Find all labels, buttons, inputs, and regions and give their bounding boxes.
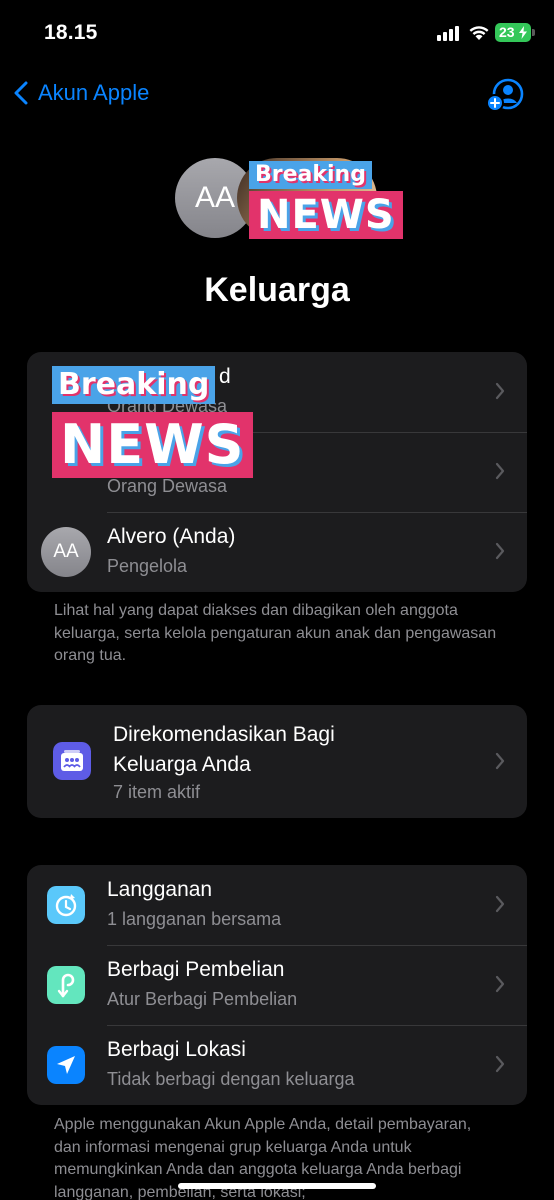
recommended-subtitle: 7 item aktif bbox=[113, 782, 201, 802]
recommended-title: Direkomendasikan Bagi Keluarga Anda bbox=[113, 720, 335, 780]
shared-features-list: Langganan 1 langganan bersama Berbagi Pe… bbox=[27, 865, 527, 1105]
chevron-right-icon bbox=[495, 752, 505, 770]
feature-title: Langganan bbox=[107, 878, 213, 901]
recommended-title-line1: Direkomendasikan Bagi bbox=[113, 723, 335, 746]
sticker-breaking-text: Breaking bbox=[52, 366, 216, 404]
navigation-bar: Akun Apple bbox=[0, 72, 554, 118]
feature-subtitle: Atur Berbagi Pembelian bbox=[107, 989, 298, 1009]
feature-row-location-sharing[interactable]: Berbagi Lokasi Tidak berbagi dengan kelu… bbox=[27, 1025, 527, 1105]
member-role: Orang Dewasa bbox=[107, 476, 228, 496]
chevron-right-icon bbox=[495, 462, 505, 480]
home-indicator[interactable] bbox=[178, 1183, 376, 1189]
breaking-news-sticker: Breaking NEWS bbox=[249, 161, 403, 239]
recommended-title-line2: Keluarga Anda bbox=[113, 753, 251, 776]
battery-indicator: 23 bbox=[495, 23, 531, 42]
page-title: Keluarga bbox=[204, 271, 350, 309]
back-label: Akun Apple bbox=[38, 80, 150, 105]
sticker-news-text: NEWS bbox=[52, 412, 253, 478]
feature-subtitle: Tidak berbagi dengan keluarga bbox=[107, 1069, 355, 1089]
chevron-right-icon bbox=[495, 1055, 505, 1073]
family-checklist-icon bbox=[53, 742, 91, 780]
chevron-right-icon bbox=[495, 975, 505, 993]
chevron-right-icon bbox=[495, 382, 505, 400]
location-arrow-icon bbox=[47, 1046, 85, 1084]
recommended-row[interactable]: Direkomendasikan Bagi Keluarga Anda 7 it… bbox=[27, 705, 527, 818]
chevron-left-icon bbox=[14, 81, 28, 105]
cellular-signal-icon bbox=[437, 25, 461, 41]
add-family-member-icon[interactable] bbox=[486, 78, 524, 114]
sticker-news-text: NEWS bbox=[249, 191, 403, 239]
recommended-group: Direkomendasikan Bagi Keluarga Anda 7 it… bbox=[27, 705, 527, 818]
member-role: Pengelola bbox=[107, 556, 188, 576]
wifi-icon bbox=[469, 26, 489, 40]
back-button[interactable]: Akun Apple bbox=[14, 80, 149, 106]
members-footnote: Lihat hal yang dapat diakses dan dibagik… bbox=[54, 602, 497, 664]
breaking-news-sticker: Breaking NEWS bbox=[52, 366, 253, 478]
feature-row-purchase-sharing[interactable]: Berbagi Pembelian Atur Berbagi Pembelian bbox=[27, 945, 527, 1025]
feature-subtitle: 1 langganan bersama bbox=[107, 909, 282, 929]
purchase-sharing-icon bbox=[47, 966, 85, 1004]
feature-title: Berbagi Pembelian bbox=[107, 958, 285, 981]
battery-level: 23 bbox=[499, 24, 515, 40]
status-bar: 18.15 23 bbox=[0, 0, 554, 66]
member-avatar: AA bbox=[41, 527, 91, 577]
charging-bolt-icon bbox=[519, 26, 527, 39]
chevron-right-icon bbox=[495, 542, 505, 560]
battery-cap bbox=[532, 29, 535, 36]
sticker-breaking-text: Breaking bbox=[249, 161, 372, 189]
chevron-right-icon bbox=[495, 895, 505, 913]
member-name: Alvero (Anda) bbox=[107, 525, 236, 548]
feature-row-subscriptions[interactable]: Langganan 1 langganan bersama bbox=[27, 865, 527, 945]
feature-title: Berbagi Lokasi bbox=[107, 1038, 246, 1061]
member-row[interactable]: AA Alvero (Anda) Pengelola bbox=[27, 512, 527, 592]
subscription-icon bbox=[47, 886, 85, 924]
status-time: 18.15 bbox=[44, 21, 98, 44]
family-header: AA Breaking NEWS bbox=[0, 155, 554, 245]
